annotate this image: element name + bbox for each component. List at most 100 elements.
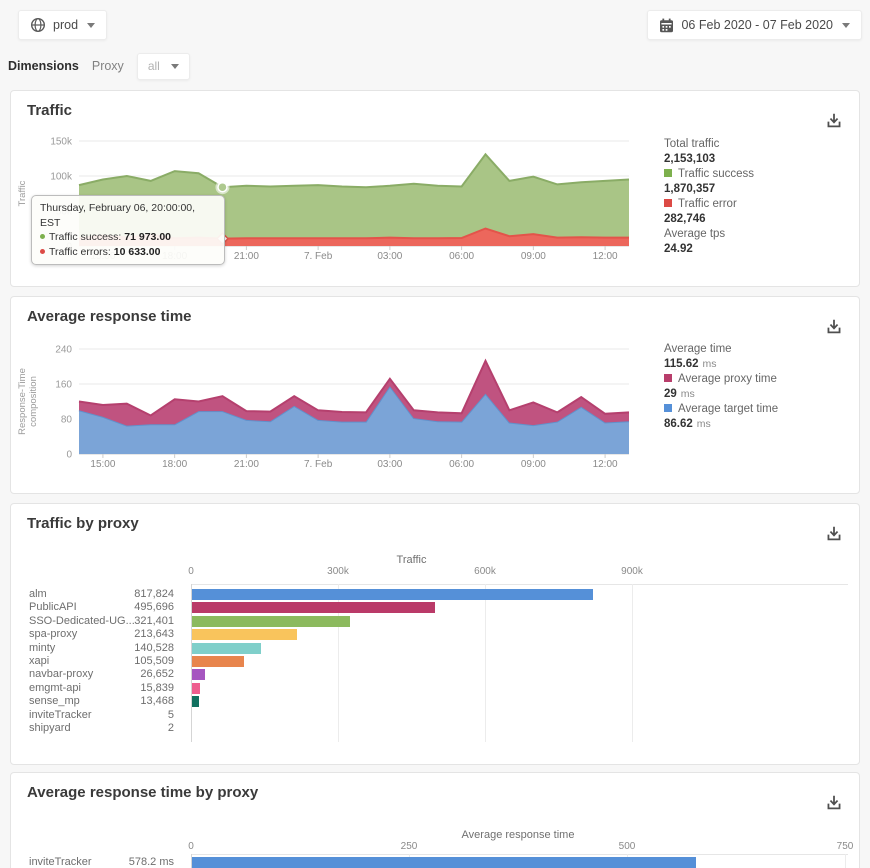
proxy-value: 15,839 — [99, 682, 174, 695]
svg-text:Traffic: Traffic — [17, 180, 28, 206]
proxy-bar[interactable] — [192, 643, 261, 654]
chevron-down-icon — [842, 23, 850, 28]
dimensions-label: Dimensions — [8, 59, 79, 73]
traffic-by-proxy-chart[interactable]: Traffic0300k600k900kalm817,824PublicAPI4… — [11, 504, 859, 764]
average-target-time-value: 86.62ms — [664, 417, 854, 432]
average-proxy-time-value: 29ms — [664, 387, 854, 402]
svg-text:18:00: 18:00 — [162, 459, 187, 470]
proxy-value: 5 — [99, 709, 174, 722]
calendar-icon — [659, 18, 674, 33]
svg-text:15:00: 15:00 — [90, 459, 115, 470]
x-axis-title: Average response time — [462, 829, 575, 841]
svg-text:0: 0 — [66, 450, 72, 461]
svg-text:03:00: 03:00 — [377, 251, 402, 262]
tooltip-errors-row: Traffic errors: 10 633.00 — [40, 245, 216, 260]
chevron-down-icon — [87, 23, 95, 28]
error-dot-icon — [40, 249, 45, 254]
traffic-error-label: Traffic error — [664, 197, 854, 212]
x-tick-label: 0 — [188, 566, 194, 577]
svg-text:09:00: 09:00 — [521, 459, 546, 470]
date-range-label: 06 Feb 2020 - 07 Feb 2020 — [681, 18, 833, 32]
traffic-card-title: Traffic — [27, 102, 72, 119]
analytics-dashboard: prod 06 Feb 2020 - 07 Feb 2020 Dimension… — [0, 0, 870, 868]
traffic-legend: Total traffic 2,153,103 Traffic success … — [664, 137, 854, 257]
x-tick-label: 750 — [837, 841, 854, 852]
traffic-error-value: 282,746 — [664, 212, 854, 227]
svg-text:21:00: 21:00 — [234, 251, 259, 262]
x-axis-title: Traffic — [397, 554, 427, 566]
chart-tooltip: Thursday, February 06, 20:00:00, EST Tra… — [31, 195, 225, 265]
average-tps-label: Average tps — [664, 227, 854, 242]
environment-label: prod — [53, 18, 78, 32]
proxy-bar[interactable] — [192, 669, 205, 680]
proxy-bar[interactable] — [192, 857, 696, 868]
svg-text:09:00: 09:00 — [521, 251, 546, 262]
svg-text:06:00: 06:00 — [449, 251, 474, 262]
proxy-value: 213,643 — [99, 628, 174, 641]
proxy-bar[interactable] — [192, 696, 199, 707]
proxy-bar[interactable] — [192, 602, 435, 613]
proxy-value: 2 — [99, 722, 174, 735]
proxy-swatch-icon — [664, 374, 672, 382]
average-proxy-time-label: Average proxy time — [664, 372, 854, 387]
x-tick-label: 250 — [401, 841, 418, 852]
proxy-bar[interactable] — [192, 589, 593, 600]
response-by-proxy-chart[interactable]: Average response time0250500750inviteTra… — [11, 773, 859, 868]
proxy-value: 26,652 — [99, 668, 174, 681]
traffic-card: Traffic 050k100k150kTraffic15:0018:0021:… — [10, 90, 860, 287]
proxy-bar[interactable] — [192, 656, 244, 667]
x-axis-line — [191, 584, 848, 585]
tooltip-success-row: Traffic success: 71 973.00 — [40, 230, 216, 245]
proxy-value: 105,509 — [99, 655, 174, 668]
svg-text:7. Feb: 7. Feb — [304, 459, 333, 470]
total-traffic-label: Total traffic — [664, 137, 854, 152]
svg-text:100k: 100k — [50, 172, 73, 183]
response-legend: Average time 115.62ms Average proxy time… — [664, 342, 854, 432]
x-axis-line — [191, 854, 848, 855]
date-range-picker[interactable]: 06 Feb 2020 - 07 Feb 2020 — [647, 10, 862, 40]
svg-text:Response-Timecomposition: Response-Timecomposition — [17, 368, 39, 435]
dimensions-bar: Dimensions Proxy all — [8, 52, 190, 80]
dimension-proxy-label: Proxy — [92, 59, 124, 73]
svg-text:80: 80 — [61, 415, 73, 426]
svg-text:150k: 150k — [50, 137, 73, 148]
response-time-card: Average response time 080160240Response-… — [10, 296, 860, 494]
traffic-success-value: 1,870,357 — [664, 182, 854, 197]
svg-text:06:00: 06:00 — [449, 459, 474, 470]
svg-text:03:00: 03:00 — [377, 459, 402, 470]
proxy-value: 140,528 — [99, 642, 174, 655]
gridline — [632, 584, 633, 742]
proxy-value: 13,468 — [99, 695, 174, 708]
svg-text:240: 240 — [55, 345, 72, 356]
proxy-bar[interactable] — [192, 616, 350, 627]
gridline — [485, 584, 486, 742]
download-button[interactable] — [823, 317, 845, 339]
proxy-value: 578.2 ms — [99, 856, 174, 868]
traffic-success-label: Traffic success — [664, 167, 854, 182]
traffic-by-proxy-card: Traffic by proxy Traffic0300k600k900kalm… — [10, 503, 860, 765]
svg-text:12:00: 12:00 — [593, 459, 618, 470]
proxy-value: 817,824 — [99, 588, 174, 601]
target-swatch-icon — [664, 404, 672, 412]
proxy-filter-dropdown[interactable]: all — [137, 53, 190, 80]
tooltip-heading: Thursday, February 06, 20:00:00, EST — [40, 201, 216, 230]
proxy-bar[interactable] — [192, 683, 200, 694]
x-tick-label: 500 — [619, 841, 636, 852]
chevron-down-icon — [171, 64, 179, 69]
svg-text:21:00: 21:00 — [234, 459, 259, 470]
download-icon — [824, 111, 844, 131]
environment-selector[interactable]: prod — [18, 10, 107, 40]
svg-text:7. Feb: 7. Feb — [304, 251, 333, 262]
proxy-bar[interactable] — [192, 629, 297, 640]
svg-text:12:00: 12:00 — [593, 251, 618, 262]
success-dot-icon — [40, 234, 45, 239]
average-target-time-label: Average target time — [664, 402, 854, 417]
proxy-value: 495,696 — [99, 601, 174, 614]
response-area-chart[interactable]: 0 80 160 240 Response-Timecomposition 15:00 18… — [11, 337, 659, 473]
download-button[interactable] — [823, 111, 845, 133]
svg-text:160: 160 — [55, 380, 72, 391]
download-icon — [824, 317, 844, 337]
x-tick-label: 0 — [188, 841, 194, 852]
average-tps-value: 24.92 — [664, 242, 854, 257]
average-time-value: 115.62ms — [664, 357, 854, 372]
